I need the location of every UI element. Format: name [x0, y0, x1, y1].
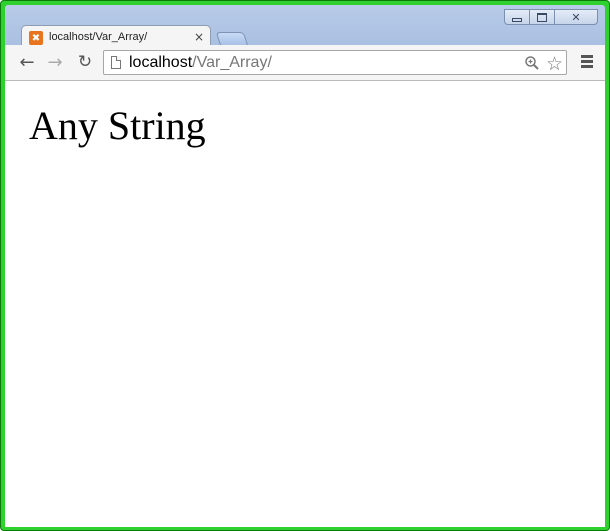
address-bar[interactable]: localhost/Var_Array/ ☆ [103, 50, 567, 75]
xampp-icon: ✖ [29, 31, 43, 45]
forward-button[interactable]: → [43, 51, 67, 73]
close-icon: ✕ [571, 11, 581, 24]
menu-bar [581, 55, 593, 58]
bookmark-star-icon[interactable]: ☆ [546, 53, 563, 75]
window-controls: ✕ [504, 9, 598, 25]
tab-close-icon[interactable]: × [194, 30, 204, 44]
minimize-button[interactable] [504, 9, 530, 25]
menu-bar [581, 60, 593, 63]
browser-toolbar: ← → ↻ localhost/Var_Array/ ☆ [5, 45, 605, 81]
page-icon [111, 56, 121, 69]
minimize-icon [512, 18, 522, 22]
url-host: localhost [129, 54, 193, 71]
menu-bar [581, 65, 593, 68]
new-tab-button[interactable] [215, 32, 249, 46]
page-content: Any String [5, 81, 605, 527]
maximize-button[interactable] [529, 9, 555, 25]
browser-window: ✕ ✖ localhost/Var_Array/ × ← → ↻ localho… [0, 0, 610, 531]
url-path: /Var_Array/ [192, 54, 272, 71]
maximize-icon [537, 12, 547, 22]
zoom-icon[interactable] [524, 55, 540, 71]
page-heading: Any String [29, 103, 206, 148]
hamburger-menu-icon[interactable] [577, 53, 597, 73]
url-text[interactable]: localhost/Var_Array/ [129, 54, 272, 72]
close-window-button[interactable]: ✕ [554, 9, 598, 25]
reload-button[interactable]: ↻ [73, 51, 97, 73]
back-button[interactable]: ← [15, 51, 39, 73]
tab-title: localhost/Var_Array/ [49, 31, 148, 43]
